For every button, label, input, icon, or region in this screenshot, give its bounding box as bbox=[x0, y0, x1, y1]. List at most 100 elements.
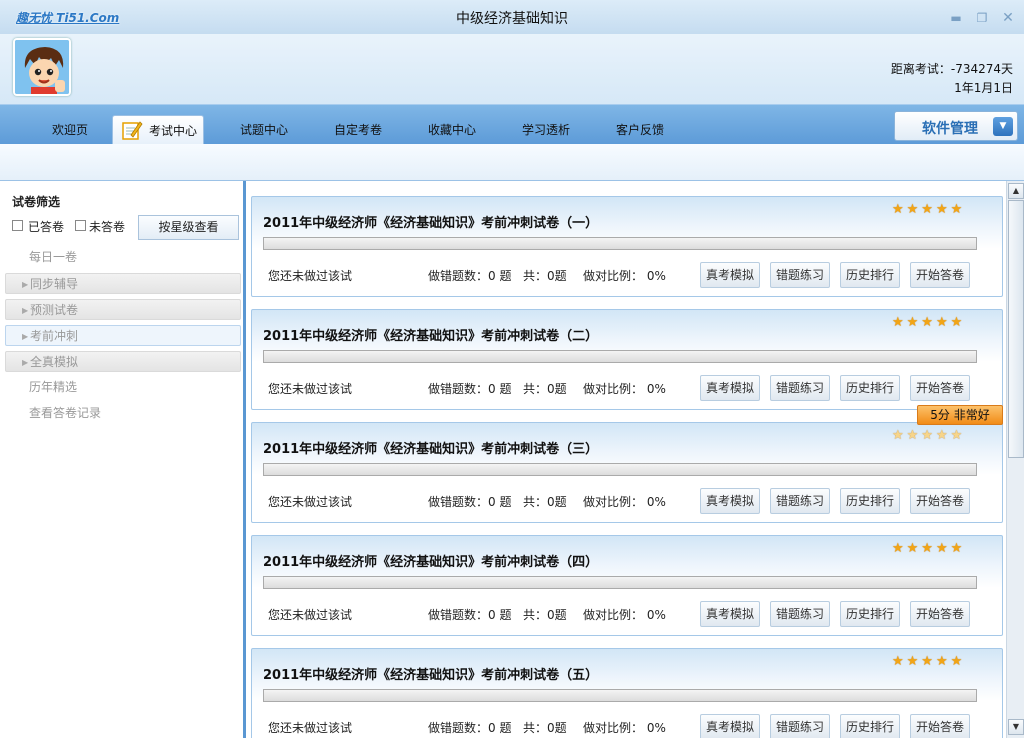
tab-label: 客户反馈 bbox=[615, 123, 664, 137]
total-count: 共：0题 bbox=[523, 721, 567, 735]
sidebar-item-daily[interactable]: 每日一卷 bbox=[5, 247, 241, 268]
scroll-down-icon[interactable]: ▼ bbox=[1008, 719, 1024, 735]
tab-label: 考试中心 bbox=[149, 124, 198, 138]
exam-date: 1年1月1日 bbox=[954, 81, 1013, 95]
tab-exam-center[interactable]: 考试中心 bbox=[112, 115, 204, 145]
total-count: 共：0题 bbox=[523, 608, 567, 622]
wrong-count: 做错题数：0 题 bbox=[428, 269, 512, 283]
real-sim-button[interactable]: 真考模拟 bbox=[700, 488, 760, 514]
tab-study-analysis[interactable]: 学习透析 bbox=[510, 115, 582, 145]
sidebar: 试卷筛选 已答卷 未答卷 按星级查看 每日一卷 ▶ 同步辅导 ▶ 预测试卷 ▶ 考前冲… bbox=[0, 181, 246, 738]
exam-card: 2011年中级经济师《经济基础知识》考前冲刺试卷（二） ★★★★★ 您还未做过该… bbox=[251, 309, 1003, 410]
start-exam-button[interactable]: 开始答卷 bbox=[910, 601, 970, 627]
start-exam-button[interactable]: 开始答卷 bbox=[910, 714, 970, 738]
correct-ratio: 做对比例： 0% bbox=[583, 382, 666, 396]
unanswered-checkbox[interactable] bbox=[75, 220, 86, 231]
exam-status: 您还未做过该试 bbox=[268, 269, 353, 283]
wrong-practice-button[interactable]: 错题练习 bbox=[770, 714, 830, 738]
software-manage-label: 软件管理 bbox=[922, 121, 978, 137]
sidebar-item-past-years[interactable]: 历年精选 bbox=[5, 377, 241, 398]
exam-title: 2011年中级经济师《经济基础知识》考前冲刺试卷（四） bbox=[263, 555, 599, 570]
history-rank-button[interactable]: 历史排行 bbox=[840, 714, 900, 738]
exam-status: 您还未做过该试 bbox=[268, 382, 353, 396]
wrong-practice-button[interactable]: 错题练习 bbox=[770, 488, 830, 514]
window-title: 中级经济基础知识 bbox=[456, 11, 568, 27]
tab-label: 试题中心 bbox=[239, 123, 288, 137]
progress-bar bbox=[263, 350, 977, 363]
header: 距离考试：-734274天 1年1月1日 bbox=[0, 34, 1024, 104]
sidebar-item-records[interactable]: 查看答卷记录 bbox=[5, 403, 241, 424]
main-nav: 欢迎页 考试中心 试题中心 自定考卷 收藏中心 学习透析 客户反馈 软件管理 ▼ bbox=[0, 104, 1024, 145]
expand-arrow-icon: ▶ bbox=[22, 280, 29, 289]
sidebar-item-label: 查看答卷记录 bbox=[29, 406, 102, 420]
progress-bar bbox=[263, 463, 977, 476]
tab-favorites[interactable]: 收藏中心 bbox=[416, 115, 488, 145]
total-count: 共：0题 bbox=[523, 495, 567, 509]
progress-bar bbox=[263, 237, 977, 250]
real-sim-button[interactable]: 真考模拟 bbox=[700, 262, 760, 288]
software-manage-button[interactable]: 软件管理 ▼ bbox=[894, 111, 1018, 141]
history-rank-button[interactable]: 历史排行 bbox=[840, 262, 900, 288]
star-rating-icon[interactable]: ★★★★★ bbox=[892, 202, 965, 217]
unanswered-label: 未答卷 bbox=[89, 220, 126, 234]
star-rating-icon[interactable]: ★★★★★ bbox=[892, 428, 965, 443]
tab-label: 收藏中心 bbox=[427, 123, 476, 137]
progress-bar bbox=[263, 576, 977, 589]
total-count: 共：0题 bbox=[523, 269, 567, 283]
sidebar-item-simulation[interactable]: ▶ 全真模拟 bbox=[5, 351, 241, 372]
total-count: 共：0题 bbox=[523, 382, 567, 396]
history-rank-button[interactable]: 历史排行 bbox=[840, 488, 900, 514]
history-rank-button[interactable]: 历史排行 bbox=[840, 601, 900, 627]
tab-feedback[interactable]: 客户反馈 bbox=[604, 115, 676, 145]
exam-card: 2011年中级经济师《经济基础知识》考前冲刺试卷（一） ★★★★★ 您还未做过该… bbox=[251, 196, 1003, 297]
scrollbar[interactable]: ▲ ▼ bbox=[1006, 181, 1024, 738]
tab-welcome[interactable]: 欢迎页 bbox=[40, 115, 100, 145]
notepad-pencil-icon bbox=[122, 121, 143, 140]
tab-label: 欢迎页 bbox=[51, 123, 88, 137]
title-bar: 趣无忧 Ti51.Com 中级经济基础知识 ▬ ❐ ✕ bbox=[0, 0, 1024, 34]
wrong-practice-button[interactable]: 错题练习 bbox=[770, 375, 830, 401]
tab-question-center[interactable]: 试题中心 bbox=[228, 115, 300, 145]
exam-title: 2011年中级经济师《经济基础知识》考前冲刺试卷（一） bbox=[263, 216, 599, 231]
star-rating-icon[interactable]: ★★★★★ bbox=[892, 541, 965, 556]
progress-bar bbox=[263, 689, 977, 702]
sidebar-item-label: 预测试卷 bbox=[30, 303, 79, 317]
sidebar-item-sync[interactable]: ▶ 同步辅导 bbox=[5, 273, 241, 294]
tab-custom-paper[interactable]: 自定考卷 bbox=[322, 115, 394, 145]
scroll-up-icon[interactable]: ▲ bbox=[1008, 183, 1024, 199]
rating-tooltip: 5分 非常好 bbox=[917, 405, 1003, 425]
expand-arrow-icon: ▶ bbox=[22, 332, 29, 341]
scroll-thumb[interactable] bbox=[1008, 200, 1024, 458]
sidebar-item-label: 历年精选 bbox=[29, 380, 78, 394]
start-exam-button[interactable]: 开始答卷 bbox=[910, 262, 970, 288]
close-icon[interactable]: ✕ bbox=[1000, 10, 1016, 26]
correct-ratio: 做对比例： 0% bbox=[583, 721, 666, 735]
restore-icon[interactable]: ❐ bbox=[974, 10, 990, 26]
countdown-label: 距离考试：-734274天 bbox=[890, 62, 1013, 76]
expand-arrow-icon: ▶ bbox=[22, 306, 29, 315]
expand-arrow-icon: ▶ bbox=[22, 358, 29, 367]
avatar bbox=[13, 38, 71, 96]
wrong-count: 做错题数：0 题 bbox=[428, 495, 512, 509]
exam-card: 2011年中级经济师《经济基础知识》考前冲刺试卷（五） ★★★★★ 您还未做过该… bbox=[251, 648, 1003, 738]
wrong-practice-button[interactable]: 错题练习 bbox=[770, 601, 830, 627]
sidebar-item-sprint[interactable]: ▶ 考前冲刺 bbox=[5, 325, 241, 346]
exam-title: 2011年中级经济师《经济基础知识》考前冲刺试卷（二） bbox=[263, 329, 599, 344]
star-rating-icon[interactable]: ★★★★★ bbox=[892, 315, 965, 330]
answered-checkbox[interactable] bbox=[12, 220, 23, 231]
real-sim-button[interactable]: 真考模拟 bbox=[700, 601, 760, 627]
tab-label: 学习透析 bbox=[521, 123, 570, 137]
sidebar-item-forecast[interactable]: ▶ 预测试卷 bbox=[5, 299, 241, 320]
minimize-icon[interactable]: ▬ bbox=[948, 10, 964, 26]
start-exam-button[interactable]: 开始答卷 bbox=[910, 375, 970, 401]
history-rank-button[interactable]: 历史排行 bbox=[840, 375, 900, 401]
exam-card: 2011年中级经济师《经济基础知识》考前冲刺试卷（四） ★★★★★ 您还未做过该… bbox=[251, 535, 1003, 636]
wrong-practice-button[interactable]: 错题练习 bbox=[770, 262, 830, 288]
exam-card: 2011年中级经济师《经济基础知识》考前冲刺试卷（三） ★★★★★ 您还未做过该… bbox=[251, 422, 1003, 523]
real-sim-button[interactable]: 真考模拟 bbox=[700, 375, 760, 401]
star-view-button[interactable]: 按星级查看 bbox=[138, 215, 239, 240]
real-sim-button[interactable]: 真考模拟 bbox=[700, 714, 760, 738]
filter-title: 试卷筛选 bbox=[12, 195, 61, 209]
star-rating-icon[interactable]: ★★★★★ bbox=[892, 654, 965, 669]
start-exam-button[interactable]: 开始答卷 bbox=[910, 488, 970, 514]
